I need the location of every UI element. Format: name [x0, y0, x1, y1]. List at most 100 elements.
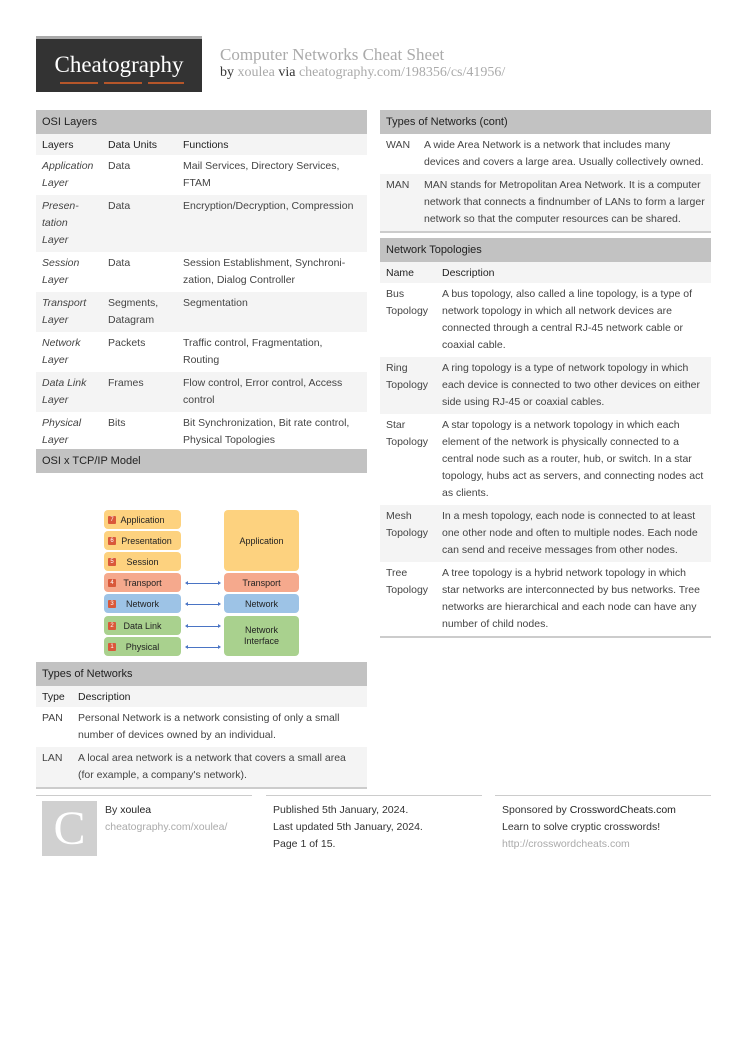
network-topologies-table: Name Description Bus Topology A bus topo… — [380, 262, 711, 636]
network-type: MAN — [380, 174, 418, 231]
osi-layer-box: 3 Network — [104, 594, 181, 613]
types-of-networks-table: Type Description PAN Personal Network is… — [36, 686, 367, 787]
layer-number-badge: 5 — [108, 557, 116, 566]
author-avatar[interactable]: C — [42, 801, 97, 856]
via-label: via — [278, 65, 296, 80]
osi-tcp-diagram: 7 Application 6 Presentation 5 Session 4 Tra… — [36, 473, 367, 662]
osi-tcp-section: OSI x TCP/IP Model 7 Application 6 Present… — [36, 449, 367, 662]
network-type: WAN — [386, 139, 411, 151]
sheet-url-link[interactable]: cheatography.com/198356/cs/41956/ — [299, 65, 505, 80]
updated-date: Last updated 5th January, 2024. — [273, 821, 423, 833]
column-header: Layers — [42, 138, 74, 151]
osi-layer-box: 2 Data Link — [104, 616, 181, 635]
sponsor-url-link[interactable]: http://crosswordcheats.com — [502, 836, 676, 853]
osi-layers-table: Layers Data Units Functions Application … — [36, 134, 367, 452]
topology-description: A ring topology is a type of network top… — [436, 357, 711, 414]
column-header: Functions — [183, 138, 229, 151]
column-header: Data Units — [108, 138, 158, 151]
table-row: Application Layer Data Mail Services, Di… — [36, 155, 367, 195]
table-row: PAN Personal Network is a network consis… — [36, 707, 367, 747]
types-of-networks-cont-table: WAN A wide Area Network is a network tha… — [380, 134, 711, 231]
layer-label: Physical — [125, 641, 160, 652]
cheatography-logo[interactable]: Cheatography — [36, 36, 202, 92]
section-title: OSI Layers — [36, 110, 367, 134]
layer-number-badge: 2 — [108, 621, 116, 630]
arrow-icon — [185, 645, 221, 649]
published-date: Published 5th January, 2024. — [273, 804, 409, 816]
footer-divider — [36, 795, 252, 796]
table-header-row: Layers Data Units Functions — [36, 134, 367, 155]
table-row: Session Layer Data Session Establishment… — [36, 252, 367, 292]
layer-label: Transport — [242, 577, 281, 588]
sponsored-label: Sponsored by — [502, 804, 567, 816]
network-description: A wide Area Network is a network that in… — [424, 139, 704, 168]
table-row: Bus Topology A bus topology, also called… — [380, 283, 711, 357]
layer-label: Network Interface — [243, 625, 280, 646]
functions: Segmentation — [177, 292, 367, 332]
column-header: Description — [442, 266, 495, 279]
section-title: OSI x TCP/IP Model — [36, 449, 367, 473]
table-row: Ring Topology A ring topology is a type … — [380, 357, 711, 414]
tcp-layer-box: Network — [224, 594, 299, 613]
network-description: Personal Network is a network consisting… — [78, 712, 340, 741]
data-unit: Segments, Datagram — [102, 292, 177, 332]
topology-name: Tree Topology — [386, 567, 429, 596]
osi-layers-section: OSI Layers Layers Data Units Functions A… — [36, 110, 367, 454]
network-topologies-section: Network Topologies Name Description Bus … — [380, 238, 711, 638]
author-url-link[interactable]: cheatography.com/xoulea/ — [105, 819, 227, 836]
layer-name: Transport Layer — [36, 292, 102, 332]
topology-description: A star topology is a network topology in… — [442, 419, 704, 499]
author-link[interactable]: xoulea — [120, 804, 151, 816]
layer-label: Application — [120, 514, 165, 525]
data-unit: Bits — [108, 417, 126, 429]
layer-label: Network — [244, 598, 278, 609]
topology-name: Ring Topology — [380, 357, 436, 414]
by-label: by — [220, 65, 234, 80]
network-type: LAN — [36, 747, 72, 787]
table-header-row: Name Description — [380, 262, 711, 283]
author-link[interactable]: xoulea — [238, 65, 275, 80]
table-row: WAN A wide Area Network is a network tha… — [380, 134, 711, 174]
functions: Encryption/Decryption, Compression — [177, 195, 367, 252]
table-row: Presen- tation Layer Data Encryption/Dec… — [36, 195, 367, 252]
layer-label: Transport — [123, 577, 162, 588]
table-row: Mesh Topology In a mesh topology, each n… — [380, 505, 711, 562]
layer-label: Application — [239, 535, 284, 546]
arrow-icon — [185, 581, 221, 585]
sponsor-link[interactable]: CrosswordCheats.com — [570, 804, 676, 816]
topology-description: A bus topology, also called a line topol… — [442, 288, 693, 351]
functions: Traffic control, Fragmentation, Routing — [183, 337, 323, 366]
types-of-networks-section: Types of Networks Type Description PAN P… — [36, 662, 367, 789]
functions: Mail Services, Directory Services, FTAM — [183, 160, 340, 189]
data-unit: Frames — [102, 372, 177, 412]
footer-author: By xoulea cheatography.com/xoulea/ — [105, 802, 227, 836]
layer-name: Application Layer — [42, 160, 94, 189]
layer-name: Session Layer — [42, 257, 80, 286]
table-row: Network Layer Packets Traffic control, F… — [36, 332, 367, 372]
table-row: LAN A local area network is a network th… — [36, 747, 367, 787]
by-label: By — [105, 804, 118, 816]
osi-layer-box: 6 Presentation — [104, 531, 181, 550]
functions: Session Establishment, Synchroni- zation… — [183, 257, 346, 286]
arrow-icon — [185, 624, 221, 628]
layer-label: Network — [125, 598, 159, 609]
arrow-icon — [185, 602, 221, 606]
table-row: Data Link Layer Frames Flow control, Err… — [36, 372, 367, 412]
layer-number-badge: 7 — [108, 515, 116, 524]
table-row: Transport Layer Segments, Datagram Segme… — [36, 292, 367, 332]
footer-publication: Published 5th January, 2024. Last update… — [273, 802, 423, 853]
layer-label: Session — [126, 556, 159, 567]
topology-description: In a mesh topology, each node is connect… — [436, 505, 711, 562]
network-description: MAN stands for Metropolitan Area Network… — [418, 174, 711, 231]
table-row: Tree Topology A tree topology is a hybri… — [380, 562, 711, 636]
layer-number-badge: 6 — [108, 536, 116, 545]
table-row: Physical Layer Bits Bit Synchronization,… — [36, 412, 367, 452]
data-unit: Data — [102, 195, 177, 252]
table-header-row: Type Description — [36, 686, 367, 707]
types-of-networks-cont-section: Types of Networks (cont) WAN A wide Area… — [380, 110, 711, 233]
footer-divider — [266, 795, 482, 796]
topology-name: Star Topology — [386, 419, 429, 448]
layer-name: Network Layer — [42, 337, 81, 366]
layer-name: Physical Layer — [42, 417, 82, 446]
functions: Flow control, Error control, Access cont… — [177, 372, 367, 412]
